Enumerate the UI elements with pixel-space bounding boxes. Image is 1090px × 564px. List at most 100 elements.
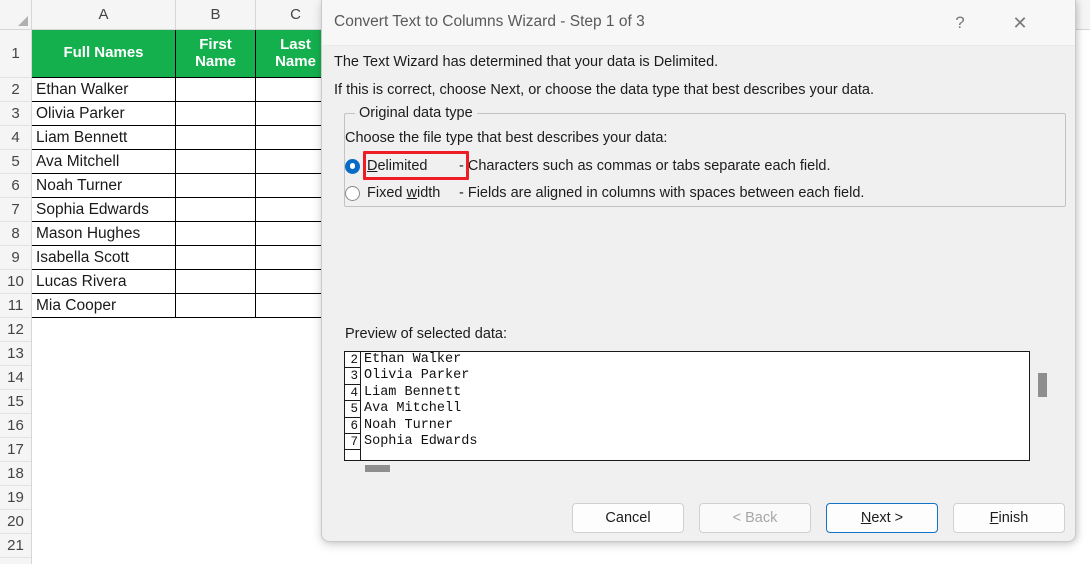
next-button[interactable]: Next > <box>826 503 938 533</box>
row-header-6[interactable]: 6 <box>0 174 31 198</box>
cell-A11[interactable]: Mia Cooper <box>32 294 176 318</box>
radio-unselected-icon <box>345 185 360 201</box>
label-rest: inish <box>998 510 1029 526</box>
preview-row-text: Ava Mitchell <box>364 401 462 417</box>
preview-row: 7 Sophia Edwards <box>345 433 1029 451</box>
cell-B7[interactable] <box>176 198 256 222</box>
row-header-20[interactable]: 20 <box>0 510 31 534</box>
group-box-label: Original data type <box>355 105 477 121</box>
cancel-button[interactable]: Cancel <box>572 503 684 533</box>
finish-button[interactable]: Finish <box>953 503 1065 533</box>
row-header-9[interactable]: 9 <box>0 246 31 270</box>
dialog-title: Convert Text to Columns Wizard - Step 1 … <box>334 13 645 30</box>
accel-char: F <box>989 510 999 526</box>
radio-selected-icon <box>345 158 360 174</box>
cell-B3[interactable] <box>176 102 256 126</box>
cell-A10[interactable]: Lucas Rivera <box>32 270 176 294</box>
cell-A8[interactable]: Mason Hughes <box>32 222 176 246</box>
row-header-7[interactable]: 7 <box>0 198 31 222</box>
preview-row-text: Sophia Edwards <box>364 433 478 449</box>
back-button[interactable]: < Back <box>699 503 811 533</box>
row-header-1[interactable]: 1 <box>0 30 31 78</box>
select-all-corner[interactable] <box>0 0 32 30</box>
preview-row-partial <box>345 450 1029 460</box>
accel-char: D <box>367 158 378 174</box>
text-to-columns-wizard-dialog: Convert Text to Columns Wizard - Step 1 … <box>321 0 1076 542</box>
row-header-3[interactable]: 3 <box>0 102 31 126</box>
dialog-title-bar: Convert Text to Columns Wizard - Step 1 … <box>322 0 1075 46</box>
cell-A3[interactable]: Olivia Parker <box>32 102 176 126</box>
preview-row-text: Liam Bennett <box>364 384 462 400</box>
row-header-15[interactable]: 15 <box>0 390 31 414</box>
preview-row-number: 5 <box>345 401 361 418</box>
row-header-strip: 1 2 3 4 5 6 7 8 9 10 11 12 13 14 15 16 17 18 19 20 21 <box>0 30 32 564</box>
radio-delimited-description: - Characters such as commas or tabs sepa… <box>459 158 831 174</box>
cell-B11[interactable] <box>176 294 256 318</box>
row-header-4[interactable]: 4 <box>0 126 31 150</box>
radio-fixed-width-description: - Fields are aligned in columns with spa… <box>459 185 865 201</box>
radio-fixed-width-label: Fixed width <box>367 185 440 201</box>
preview-row-number: 4 <box>345 384 361 402</box>
choose-file-type-label: Choose the file type that best describes… <box>345 130 668 146</box>
preview-label: Preview of selected data: <box>345 326 508 342</box>
row-header-11[interactable]: 11 <box>0 294 31 318</box>
preview-row-number: 6 <box>345 417 361 434</box>
close-icon[interactable]: ✕ <box>997 0 1043 46</box>
preview-row-text: Noah Turner <box>364 417 454 433</box>
preview-vertical-scrollbar-thumb[interactable] <box>1038 373 1047 397</box>
preview-row-text: Olivia Parker <box>364 368 470 384</box>
label-rest: elimited <box>377 158 428 174</box>
preview-horizontal-scrollbar-thumb[interactable] <box>365 465 390 472</box>
radio-fixed-width[interactable]: Fixed width <box>345 182 440 204</box>
preview-row-number <box>345 450 361 460</box>
preview-row: 2 Ethan Walker <box>345 352 1029 369</box>
row-header-10[interactable]: 10 <box>0 270 31 294</box>
cell-B5[interactable] <box>176 150 256 174</box>
row-header-17[interactable]: 17 <box>0 438 31 462</box>
preview-row-number: 3 <box>345 368 361 385</box>
label-pre: Fixed <box>367 185 407 201</box>
cell-A7[interactable]: Sophia Edwards <box>32 198 176 222</box>
cell-A9[interactable]: Isabella Scott <box>32 246 176 270</box>
cell-B2[interactable] <box>176 78 256 102</box>
help-icon[interactable]: ? <box>937 0 983 46</box>
row-header-2[interactable]: 2 <box>0 78 31 102</box>
cell-B10[interactable] <box>176 270 256 294</box>
preview-row-number: 2 <box>345 352 361 369</box>
header-cell-a[interactable]: Full Names <box>32 30 176 78</box>
row-header-5[interactable]: 5 <box>0 150 31 174</box>
column-header-a[interactable]: A <box>32 0 176 29</box>
row-header-14[interactable]: 14 <box>0 366 31 390</box>
row-header-18[interactable]: 18 <box>0 462 31 486</box>
select-all-triangle-icon <box>18 16 28 26</box>
cell-B6[interactable] <box>176 174 256 198</box>
column-header-b[interactable]: B <box>176 0 256 29</box>
accel-char: w <box>406 185 417 201</box>
cell-A2[interactable]: Ethan Walker <box>32 78 176 102</box>
preview-pane[interactable]: 2 Ethan Walker 3 Olivia Parker 4 Liam Bennett… <box>344 351 1030 461</box>
header-cell-b[interactable]: First Name <box>176 30 256 78</box>
wizard-description-line-1: The Text Wizard has determined that your… <box>334 54 719 70</box>
wizard-description-line-2: If this is correct, choose Next, or choo… <box>334 82 875 98</box>
preview-row-text: Ethan Walker <box>364 352 462 367</box>
cell-B8[interactable] <box>176 222 256 246</box>
row-header-21[interactable]: 21 <box>0 534 31 558</box>
label-rest: ext > <box>871 510 904 526</box>
cell-A4[interactable]: Liam Bennett <box>32 126 176 150</box>
preview-row-number: 7 <box>345 433 361 451</box>
row-header-12[interactable]: 12 <box>0 318 31 342</box>
cell-A5[interactable]: Ava Mitchell <box>32 150 176 174</box>
cell-B4[interactable] <box>176 126 256 150</box>
label-rest: idth <box>416 185 441 201</box>
cell-A6[interactable]: Noah Turner <box>32 174 176 198</box>
radio-delimited[interactable]: Delimited <box>345 155 427 177</box>
preview-row: 5 Ava Mitchell <box>345 401 1029 418</box>
preview-row: 3 Olivia Parker <box>345 368 1029 385</box>
row-header-16[interactable]: 16 <box>0 414 31 438</box>
cell-B9[interactable] <box>176 246 256 270</box>
row-header-8[interactable]: 8 <box>0 222 31 246</box>
row-header-13[interactable]: 13 <box>0 342 31 366</box>
preview-row: 6 Noah Turner <box>345 417 1029 434</box>
preview-row: 4 Liam Bennett <box>345 384 1029 402</box>
row-header-19[interactable]: 19 <box>0 486 31 510</box>
